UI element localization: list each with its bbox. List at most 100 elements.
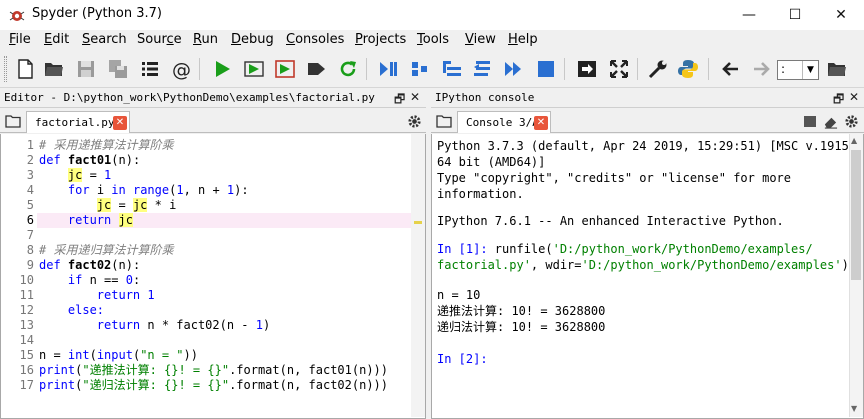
console-output-line: 递归法计算: 10! = 3628800 <box>437 320 606 334</box>
menu-file[interactable]: File <box>9 32 31 47</box>
run-cell-icon[interactable] <box>241 56 267 82</box>
undock-icon[interactable]: 🗗 <box>833 90 844 111</box>
debug-icon[interactable] <box>375 56 401 82</box>
browse-tabs-icon[interactable] <box>436 114 452 128</box>
code-text: .format(n, fact01(n))) <box>229 363 389 377</box>
step-return-icon[interactable] <box>470 56 496 82</box>
menu-debug[interactable]: Debug <box>231 32 274 47</box>
line-number-gutter: 1 2 3 4 5 6 7 8 9 10 11 12 13 14 15 16 1… <box>1 134 37 417</box>
ipython-console[interactable]: Python 3.7.3 (default, Apr 24 2019, 15:2… <box>431 134 864 419</box>
save-icon[interactable] <box>73 56 99 82</box>
close-tab-icon[interactable]: ✕ <box>534 116 548 130</box>
step-icon[interactable] <box>407 56 433 82</box>
fullscreen-icon[interactable] <box>606 56 632 82</box>
code-text: : <box>132 273 141 287</box>
code-line-10: if n == 0: <box>39 273 140 288</box>
line-number: 15 <box>19 348 34 362</box>
save-all-icon[interactable] <box>105 56 131 82</box>
rerun-icon[interactable] <box>335 56 361 82</box>
editor-scrollbar[interactable] <box>411 134 425 417</box>
run-cell-advance-icon[interactable] <box>272 56 298 82</box>
python-icon[interactable] <box>675 56 701 82</box>
menu-bar: File Edit Search Source Run Debug Consol… <box>0 30 864 51</box>
menu-consoles-mnemonic: C <box>286 32 296 47</box>
line-number: 7 <box>26 228 34 242</box>
scroll-down-icon[interactable]: ▼ <box>851 404 857 413</box>
console-output-line: information. <box>437 187 524 201</box>
stop-icon[interactable] <box>533 56 559 82</box>
menu-search-label: earch <box>90 32 127 47</box>
number-literal: 1 <box>255 318 263 332</box>
close-tab-icon[interactable]: ✕ <box>113 116 127 130</box>
console-input-line[interactable]: In [2]: <box>437 351 488 367</box>
console-input-line: factorial.py', wdir='D:/python_work/Pyth… <box>437 257 849 273</box>
maximize-button[interactable]: ☐ <box>772 0 818 30</box>
code-text: )) <box>183 348 198 362</box>
list-icon[interactable] <box>137 56 163 82</box>
maximize-pane-icon[interactable] <box>574 56 600 82</box>
browse-tabs-icon[interactable] <box>5 114 21 128</box>
minimize-button[interactable]: — <box>726 0 772 30</box>
occurrence-highlight: jc <box>118 213 133 227</box>
code-line-2: def fact01(n): <box>39 153 140 168</box>
gear-icon[interactable] <box>407 114 422 129</box>
run-selection-icon[interactable] <box>303 56 329 82</box>
code-text: * i <box>147 198 177 212</box>
forward-icon[interactable] <box>748 56 774 82</box>
menu-projects[interactable]: Projects <box>355 32 406 47</box>
tab-factorial-py[interactable]: factorial.py ✕ <box>26 111 130 133</box>
gear-icon[interactable] <box>844 114 859 129</box>
browse-folder-icon[interactable] <box>824 56 850 82</box>
run-icon[interactable] <box>209 56 235 82</box>
function-name: fact02 <box>67 258 112 272</box>
code-editor[interactable]: 1 2 3 4 5 6 7 8 9 10 11 12 13 14 15 16 1… <box>0 134 426 419</box>
stop-kernel-icon[interactable] <box>803 115 817 128</box>
menu-view-mnemonic: V <box>465 32 474 47</box>
menu-consoles[interactable]: Consoles <box>286 32 344 47</box>
close-button[interactable]: ✕ <box>818 0 864 30</box>
new-file-icon[interactable] <box>12 56 38 82</box>
close-pane-icon[interactable]: ✕ <box>849 90 859 104</box>
at-icon[interactable]: @ <box>168 56 194 82</box>
console-scroll-thumb[interactable] <box>851 150 861 280</box>
undock-icon[interactable]: 🗗 <box>394 90 405 111</box>
menu-tools[interactable]: Tools <box>417 32 449 47</box>
step-into-icon[interactable] <box>439 56 465 82</box>
editor-pane-title: Editor - D:\python_work\PythonDemo\examp… <box>4 91 375 104</box>
code-text: = <box>82 168 105 182</box>
comment: # 采用递归算法计算阶乘 <box>39 243 174 257</box>
spyder-logo-icon <box>9 11 25 21</box>
console-output-line: 递推法计算: 10! = 3628800 <box>437 304 606 318</box>
menu-source[interactable]: Source <box>137 32 182 47</box>
menu-edit[interactable]: Edit <box>44 32 69 47</box>
code-line-13: return n * fact02(n - 1) <box>39 318 270 333</box>
code-text: (n): <box>111 258 141 272</box>
menu-help[interactable]: Help <box>508 32 538 47</box>
chevron-down-icon[interactable]: ▼ <box>802 61 818 79</box>
back-icon[interactable] <box>718 56 744 82</box>
string-literal: 'D:/python_work/PythonDemo/examples/ <box>552 242 813 256</box>
scrollbar-occurrence-marker <box>414 221 422 224</box>
wrench-icon[interactable] <box>645 56 671 82</box>
tab-console-3a[interactable]: Console 3/A ✕ <box>457 111 551 133</box>
console-input-line: In [1]: runfile('D:/python_work/PythonDe… <box>437 241 813 257</box>
menu-search[interactable]: Search <box>82 32 127 47</box>
close-pane-icon[interactable]: ✕ <box>410 90 420 104</box>
eraser-icon[interactable] <box>823 114 838 129</box>
line-number: 2 <box>26 153 34 167</box>
keyword: return <box>67 213 112 227</box>
continue-icon[interactable] <box>501 56 527 82</box>
scroll-up-icon[interactable]: ▲ <box>851 136 857 145</box>
keyword: def <box>39 153 61 167</box>
open-folder-icon[interactable] <box>41 56 67 82</box>
working-directory-combo[interactable]: : ▼ <box>777 60 819 80</box>
toolbar-grip[interactable] <box>4 56 7 82</box>
keyword: in <box>111 183 126 197</box>
menu-source-pre: Sour <box>137 32 167 47</box>
menu-view[interactable]: View <box>465 32 496 47</box>
tab-label: Console 3/A <box>466 116 539 129</box>
working-directory-value: : <box>781 62 786 76</box>
menu-run[interactable]: Run <box>193 32 218 47</box>
svg-text:@: @ <box>172 59 191 80</box>
code-line-3: jc = 1 <box>39 168 111 183</box>
